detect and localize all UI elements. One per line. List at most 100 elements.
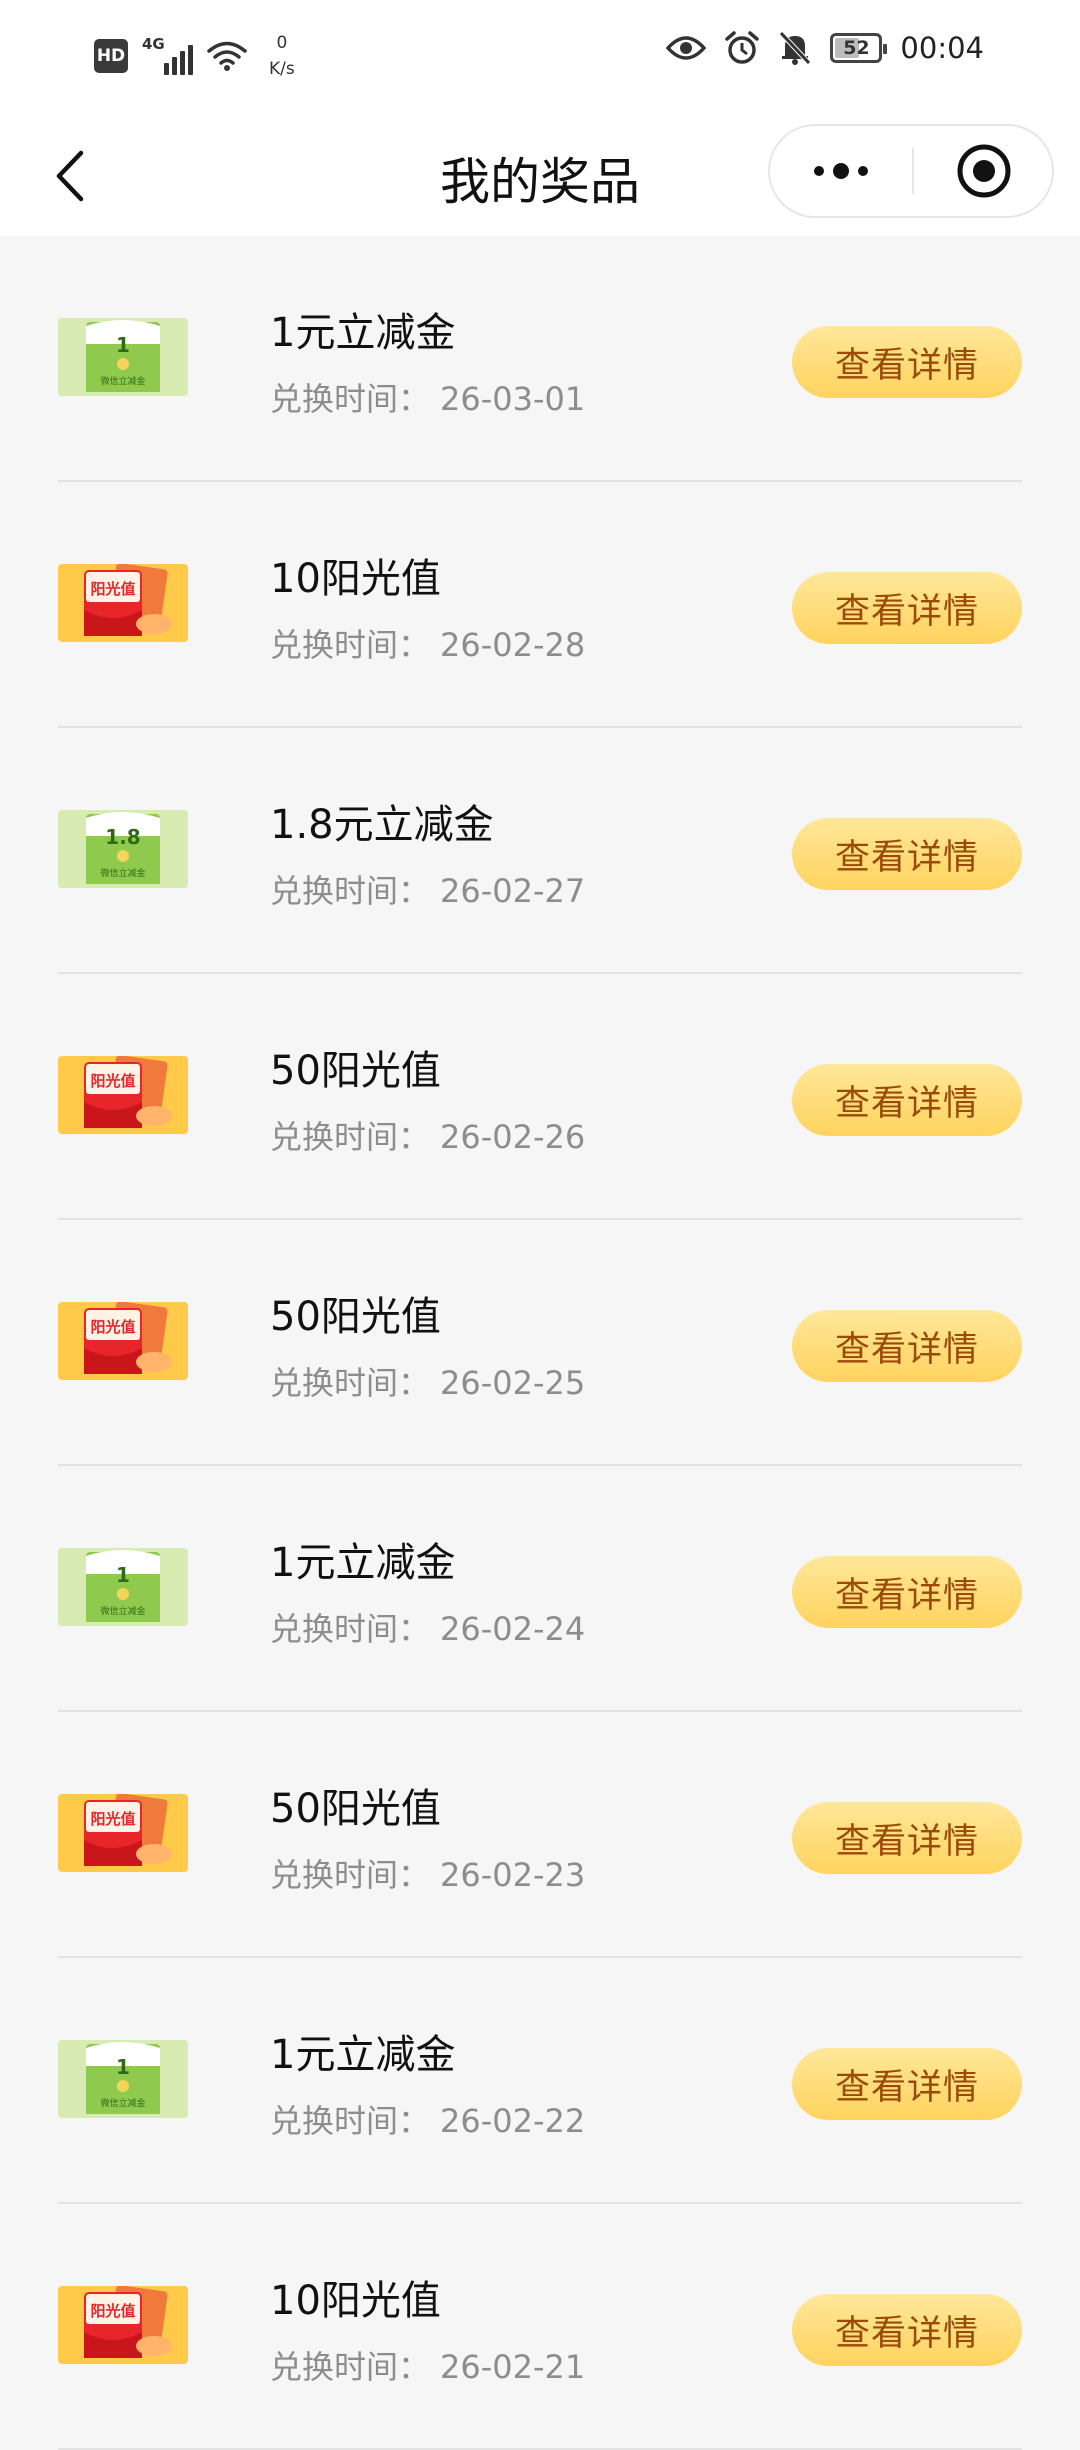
exchange-time-label: 兑换时间： [270,380,431,418]
voucher-thumbnail-icon: 1.8 微信立减金 [58,810,188,888]
view-detail-button[interactable]: 查看详情 [792,572,1022,644]
more-dots-icon [814,163,868,179]
exchange-time-value: 26-02-26 [440,1118,586,1156]
exchange-time-value: 26-02-27 [440,872,586,910]
prize-name: 50阳光值 [270,1786,441,1832]
svg-text:微信立减金: 微信立减金 [100,2097,145,2109]
svg-text:微信立减金: 微信立减金 [100,375,145,387]
sunshine-value-thumbnail-icon: 阳光值 [58,2286,188,2364]
exchange-time: 兑换时间： 26-02-28 [270,620,585,666]
prize-thumbnail: 1 微信立减金 [58,318,188,396]
view-detail-button[interactable]: 查看详情 [792,2294,1022,2366]
miniprogram-capsule [768,124,1054,218]
exchange-time-value: 26-02-22 [440,2102,586,2140]
exchange-time: 兑换时间： 26-02-27 [270,866,585,912]
list-item: 阳光值 50阳光值 兑换时间： 26-02-26 查看详情 [0,974,1080,1220]
view-detail-button[interactable]: 查看详情 [792,2048,1022,2120]
voucher-thumbnail-icon: 1 微信立减金 [58,318,188,396]
exchange-time-value: 26-02-28 [440,626,586,664]
exchange-time: 兑换时间： 26-02-22 [270,2096,585,2142]
voucher-thumbnail-icon: 1 微信立减金 [58,2040,188,2118]
prize-list: 1 微信立减金 1元立减金 兑换时间： 26-03-01 查看详情 阳光值 10阳… [0,236,1080,2450]
prize-thumbnail: 1 微信立减金 [58,2040,188,2118]
exchange-time: 兑换时间： 26-02-25 [270,1358,585,1404]
speed-value: 0 [276,33,288,53]
exchange-time-label: 兑换时间： [270,1610,431,1648]
battery-level: 52 [843,37,870,59]
prize-thumbnail: 1 微信立减金 [58,1548,188,1626]
exchange-time-value: 26-02-24 [440,1610,586,1648]
view-detail-button[interactable]: 查看详情 [792,818,1022,890]
prize-name: 50阳光值 [270,1048,441,1094]
list-item: 1 微信立减金 1元立减金 兑换时间： 26-03-01 查看详情 [0,236,1080,482]
prize-thumbnail: 阳光值 [58,1302,188,1380]
sunshine-value-thumbnail-icon: 阳光值 [58,1056,188,1134]
exchange-time-label: 兑换时间： [270,872,431,910]
mute-bell-icon [779,31,812,65]
nav-bar: 我的奖品 [0,116,1080,236]
speed-unit: K/s [269,59,295,79]
exchange-time-label: 兑换时间： [270,2102,431,2140]
view-detail-button[interactable]: 查看详情 [792,1556,1022,1628]
prize-name: 50阳光值 [270,1294,441,1340]
exchange-time-label: 兑换时间： [270,1118,431,1156]
prize-name: 1元立减金 [270,310,456,356]
exchange-time-value: 26-02-25 [440,1364,586,1402]
hd-icon: HD [94,39,128,73]
eye-icon [666,36,707,60]
svg-text:微信立减金: 微信立减金 [100,867,145,879]
list-item: 阳光值 10阳光值 兑换时间： 26-02-21 查看详情 [0,2204,1080,2450]
view-detail-button[interactable]: 查看详情 [792,326,1022,398]
list-item: 阳光值 10阳光值 兑换时间： 26-02-28 查看详情 [0,482,1080,728]
exchange-time-value: 26-02-23 [440,1856,586,1894]
cellular-signal-icon: 4G [142,35,193,75]
prize-name: 10阳光值 [270,2278,441,2324]
more-button[interactable] [770,126,912,216]
svg-text:微信立减金: 微信立减金 [100,1605,145,1617]
exchange-time-label: 兑换时间： [270,2348,431,2386]
view-detail-button[interactable]: 查看详情 [792,1802,1022,1874]
prize-name: 1元立减金 [270,1540,456,1586]
list-item: 1.8 微信立减金 1.8元立减金 兑换时间： 26-02-27 查看详情 [0,728,1080,974]
svg-text:1: 1 [116,2055,130,2079]
list-item: 阳光值 50阳光值 兑换时间： 26-02-23 查看详情 [0,1712,1080,1958]
exchange-time: 兑换时间： 26-02-24 [270,1604,585,1650]
view-detail-button[interactable]: 查看详情 [792,1310,1022,1382]
prize-thumbnail: 1.8 微信立减金 [58,810,188,888]
svg-text:阳光值: 阳光值 [90,1810,135,1828]
prize-thumbnail: 阳光值 [58,1056,188,1134]
prize-name: 1.8元立减金 [270,802,494,848]
svg-text:阳光值: 阳光值 [90,580,135,598]
prize-thumbnail: 阳光值 [58,2286,188,2364]
svg-text:阳光值: 阳光值 [90,1072,135,1090]
network-speed: 0 K/s [269,30,295,82]
status-right: 52 00:04 [666,30,984,66]
exchange-time-value: 26-03-01 [440,380,586,418]
close-miniprogram-button[interactable] [914,126,1054,216]
status-time: 00:04 [900,31,984,65]
list-item: 阳光值 50阳光值 兑换时间： 26-02-25 查看详情 [0,1220,1080,1466]
prize-thumbnail: 阳光值 [58,564,188,642]
status-bar: HD 4G 0 K/s 52 00:04 [0,0,1080,116]
network-type-label: 4G [142,35,165,53]
exchange-time: 兑换时间： 26-02-23 [270,1850,585,1896]
target-close-icon [957,144,1011,198]
exchange-time-label: 兑换时间： [270,1364,431,1402]
sunshine-value-thumbnail-icon: 阳光值 [58,1794,188,1872]
svg-text:1.8: 1.8 [105,825,140,849]
battery-icon: 52 [830,33,888,63]
exchange-time: 兑换时间： 26-02-26 [270,1112,585,1158]
list-item: 1 微信立减金 1元立减金 兑换时间： 26-02-22 查看详情 [0,1958,1080,2204]
exchange-time-label: 兑换时间： [270,626,431,664]
sunshine-value-thumbnail-icon: 阳光值 [58,564,188,642]
voucher-thumbnail-icon: 1 微信立减金 [58,1548,188,1626]
prize-thumbnail: 阳光值 [58,1794,188,1872]
prize-name: 1元立减金 [270,2032,456,2078]
hd-label: HD [96,46,126,66]
prize-name: 10阳光值 [270,556,441,602]
svg-text:1: 1 [116,333,130,357]
svg-text:阳光值: 阳光值 [90,2302,135,2320]
svg-text:阳光值: 阳光值 [90,1318,135,1336]
status-left: HD 4G 0 K/s [94,30,295,82]
view-detail-button[interactable]: 查看详情 [792,1064,1022,1136]
